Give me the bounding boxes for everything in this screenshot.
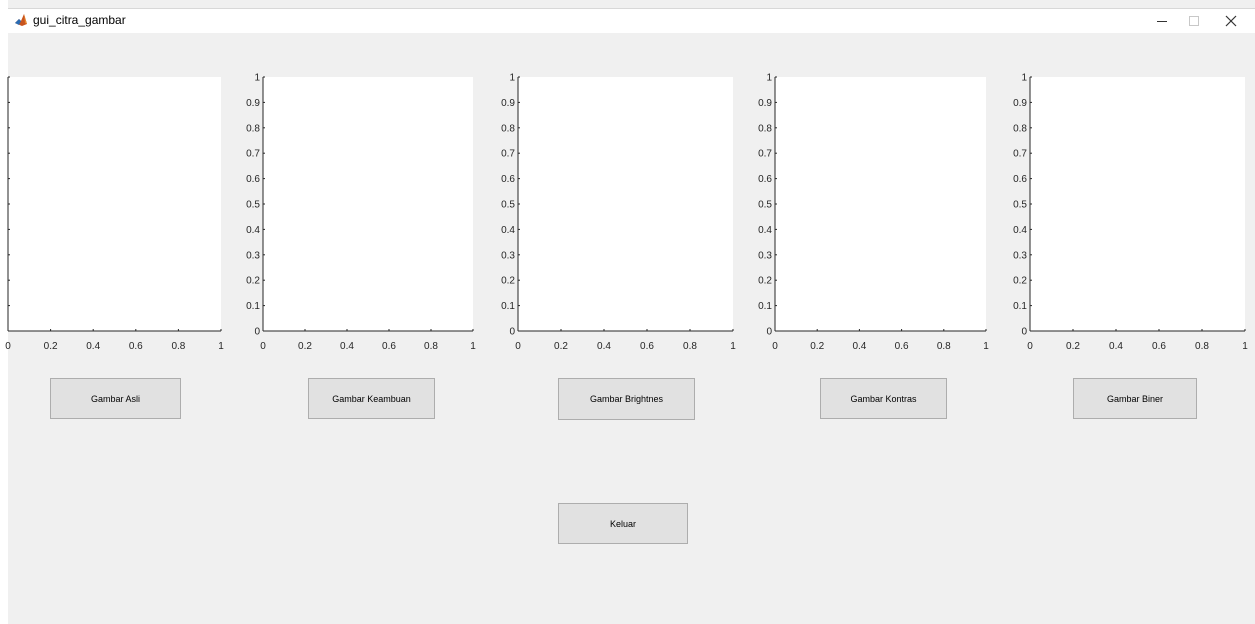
axes-keambuan-ytick-label: 1 <box>254 73 260 84</box>
gambar-biner-button[interactable]: Gambar Biner <box>1073 378 1197 419</box>
axes-biner-xtick-label: 0.2 <box>1066 341 1080 352</box>
axes-biner-ytick-label: 0.5 <box>1013 200 1027 211</box>
axes-biner-xtick-label: 0.6 <box>1152 341 1166 352</box>
axes-brightnes-xtick-label: 0.6 <box>640 341 654 352</box>
axes-brightnes-ytick-label: 0.6 <box>501 174 515 185</box>
axes-biner-ytick-label: 0.9 <box>1013 98 1027 109</box>
axes-biner-ytick-label: 0.1 <box>1013 301 1027 312</box>
axes-brightnes-ytick-label: 0.3 <box>501 250 515 261</box>
gambar-keambuan-button[interactable]: Gambar Keambuan <box>308 378 435 419</box>
axes-keambuan-xtick-label: 0.4 <box>340 341 354 352</box>
axes-asli-face <box>8 77 221 331</box>
axes-kontras-xtick-label: 0.4 <box>852 341 866 352</box>
axes-keambuan-ytick-label: 0.4 <box>246 225 260 236</box>
axes-kontras-xtick-label: 0.6 <box>895 341 909 352</box>
axes-biner[interactable]: 0 0.1 0.2 0.3 0.4 0.5 0.6 0.7 0.8 0.9 1 0 0.2 0.4 0.6 0… <box>1013 73 1248 353</box>
axes-asli-xtick-label: 0.8 <box>171 341 185 352</box>
axes-kontras-xtick-label: 0.8 <box>937 341 951 352</box>
gambar-brightnes-button[interactable]: Gambar Brightnes <box>558 378 695 420</box>
axes-brightnes-ytick-label: 0.7 <box>501 149 515 160</box>
axes-brightnes-ytick-label: 1 <box>509 73 515 84</box>
axes-brightnes-xtick-label: 0.8 <box>683 341 697 352</box>
axes-biner-xtick-label: 0 <box>1027 341 1033 352</box>
axes-kontras-ytick-label: 0.9 <box>758 98 772 109</box>
axes-brightnes-xtick-label: 0.4 <box>597 341 611 352</box>
gambar-asli-button[interactable]: Gambar Asli <box>50 378 181 419</box>
axes-biner-xtick-label: 0.8 <box>1195 341 1209 352</box>
axes-biner-ytick-label: 1 <box>1021 73 1027 84</box>
axes-kontras-ytick-label: 0.2 <box>758 276 772 287</box>
axes-kontras-ytick-label: 0.4 <box>758 225 772 236</box>
axes-brightnes-xtick-label: 1 <box>730 341 736 352</box>
axes-keambuan-ytick-label: 0.1 <box>246 301 260 312</box>
axes-keambuan-xtick-label: 0.6 <box>382 341 396 352</box>
axes-brightnes-ytick-label: 0.5 <box>501 200 515 211</box>
axes-keambuan-xtick-label: 0.2 <box>298 341 312 352</box>
axes-asli-xtick-label: 0 <box>5 341 11 352</box>
keluar-button[interactable]: Keluar <box>558 503 688 544</box>
axes-kontras-ytick-label: 0 <box>766 327 772 338</box>
axes-brightnes-ytick-label: 0.1 <box>501 301 515 312</box>
axes-keambuan-ytick-label: 0.6 <box>246 174 260 185</box>
axes-biner-ytick-label: 0.7 <box>1013 149 1027 160</box>
axes-keambuan-xtick-label: 0 <box>260 341 266 352</box>
axes-brightnes-ytick-label: 0.9 <box>501 98 515 109</box>
axes-kontras-ytick-label: 0.3 <box>758 250 772 261</box>
axes-keambuan-ytick-label: 0.7 <box>246 149 260 160</box>
axes-biner-ytick-label: 0.2 <box>1013 276 1027 287</box>
axes-kontras-ytick-label: 1 <box>766 73 772 84</box>
axes-kontras-xtick-label: 0.2 <box>810 341 824 352</box>
axes-kontras[interactable]: 0 0.1 0.2 0.3 0.4 0.5 0.6 0.7 0.8 0.9 1 0 0.2 0.4 0.6 0… <box>758 73 989 353</box>
axes-keambuan-ytick-label: 0.2 <box>246 276 260 287</box>
axes-asli-xtick-label: 0.4 <box>86 341 100 352</box>
axes-biner-ytick-label: 0.8 <box>1013 123 1027 134</box>
axes-asli-xtick-label: 0.2 <box>44 341 58 352</box>
axes-kontras-xtick-label: 1 <box>983 341 989 352</box>
axes-keambuan-ytick-label: 0.5 <box>246 200 260 211</box>
axes-kontras-face <box>775 77 986 331</box>
axes-brightnes-xtick-label: 0 <box>515 341 521 352</box>
axes-biner-xtick-label: 1 <box>1242 341 1248 352</box>
gambar-kontras-button[interactable]: Gambar Kontras <box>820 378 947 419</box>
axes-keambuan-xtick-label: 0.8 <box>424 341 438 352</box>
axes-asli-xtick-label: 1 <box>218 341 224 352</box>
axes-kontras-ytick-label: 0.8 <box>758 123 772 134</box>
axes-keambuan-xtick-label: 1 <box>470 341 476 352</box>
axes-keambuan-face <box>263 77 473 331</box>
axes-kontras-ytick-label: 0.5 <box>758 200 772 211</box>
axes-kontras-ytick-label: 0.6 <box>758 174 772 185</box>
axes-kontras-xtick-label: 0 <box>772 341 778 352</box>
axes-biner-ytick-label: 0.3 <box>1013 250 1027 261</box>
axes-brightnes-face <box>518 77 733 331</box>
axes-asli[interactable]: 0 0.2 0.4 0.6 0.8 1 <box>5 76 224 352</box>
axes-keambuan-ytick-label: 0.3 <box>246 250 260 261</box>
axes-brightnes-ytick-label: 0 <box>509 327 515 338</box>
axes-brightnes[interactable]: 0 0.1 0.2 0.3 0.4 0.5 0.6 0.7 0.8 0.9 1 0 0.2 0.4 0.6 0… <box>501 73 736 353</box>
axes-keambuan-ytick-label: 0 <box>254 327 260 338</box>
axes-biner-ytick-label: 0.4 <box>1013 225 1027 236</box>
axes-brightnes-ytick-label: 0.4 <box>501 225 515 236</box>
axes-brightnes-ytick-label: 0.8 <box>501 123 515 134</box>
axes-keambuan-ytick-label: 0.9 <box>246 98 260 109</box>
axes-biner-ytick-label: 0 <box>1021 327 1027 338</box>
axes-kontras-ytick-label: 0.1 <box>758 301 772 312</box>
axes-kontras-ytick-label: 0.7 <box>758 149 772 160</box>
axes-biner-ytick-label: 0.6 <box>1013 174 1027 185</box>
axes-brightnes-xtick-label: 0.2 <box>554 341 568 352</box>
axes-biner-face <box>1030 77 1245 331</box>
axes-keambuan[interactable]: 0 0.1 0.2 0.3 0.4 0.5 0.6 0.7 0.8 0.9 1 0 0.2 0.4 0.6 0… <box>246 73 476 353</box>
axes-keambuan-ytick-label: 0.8 <box>246 123 260 134</box>
axes-biner-xtick-label: 0.4 <box>1109 341 1123 352</box>
axes-asli-xtick-label: 0.6 <box>129 341 143 352</box>
axes-brightnes-ytick-label: 0.2 <box>501 276 515 287</box>
